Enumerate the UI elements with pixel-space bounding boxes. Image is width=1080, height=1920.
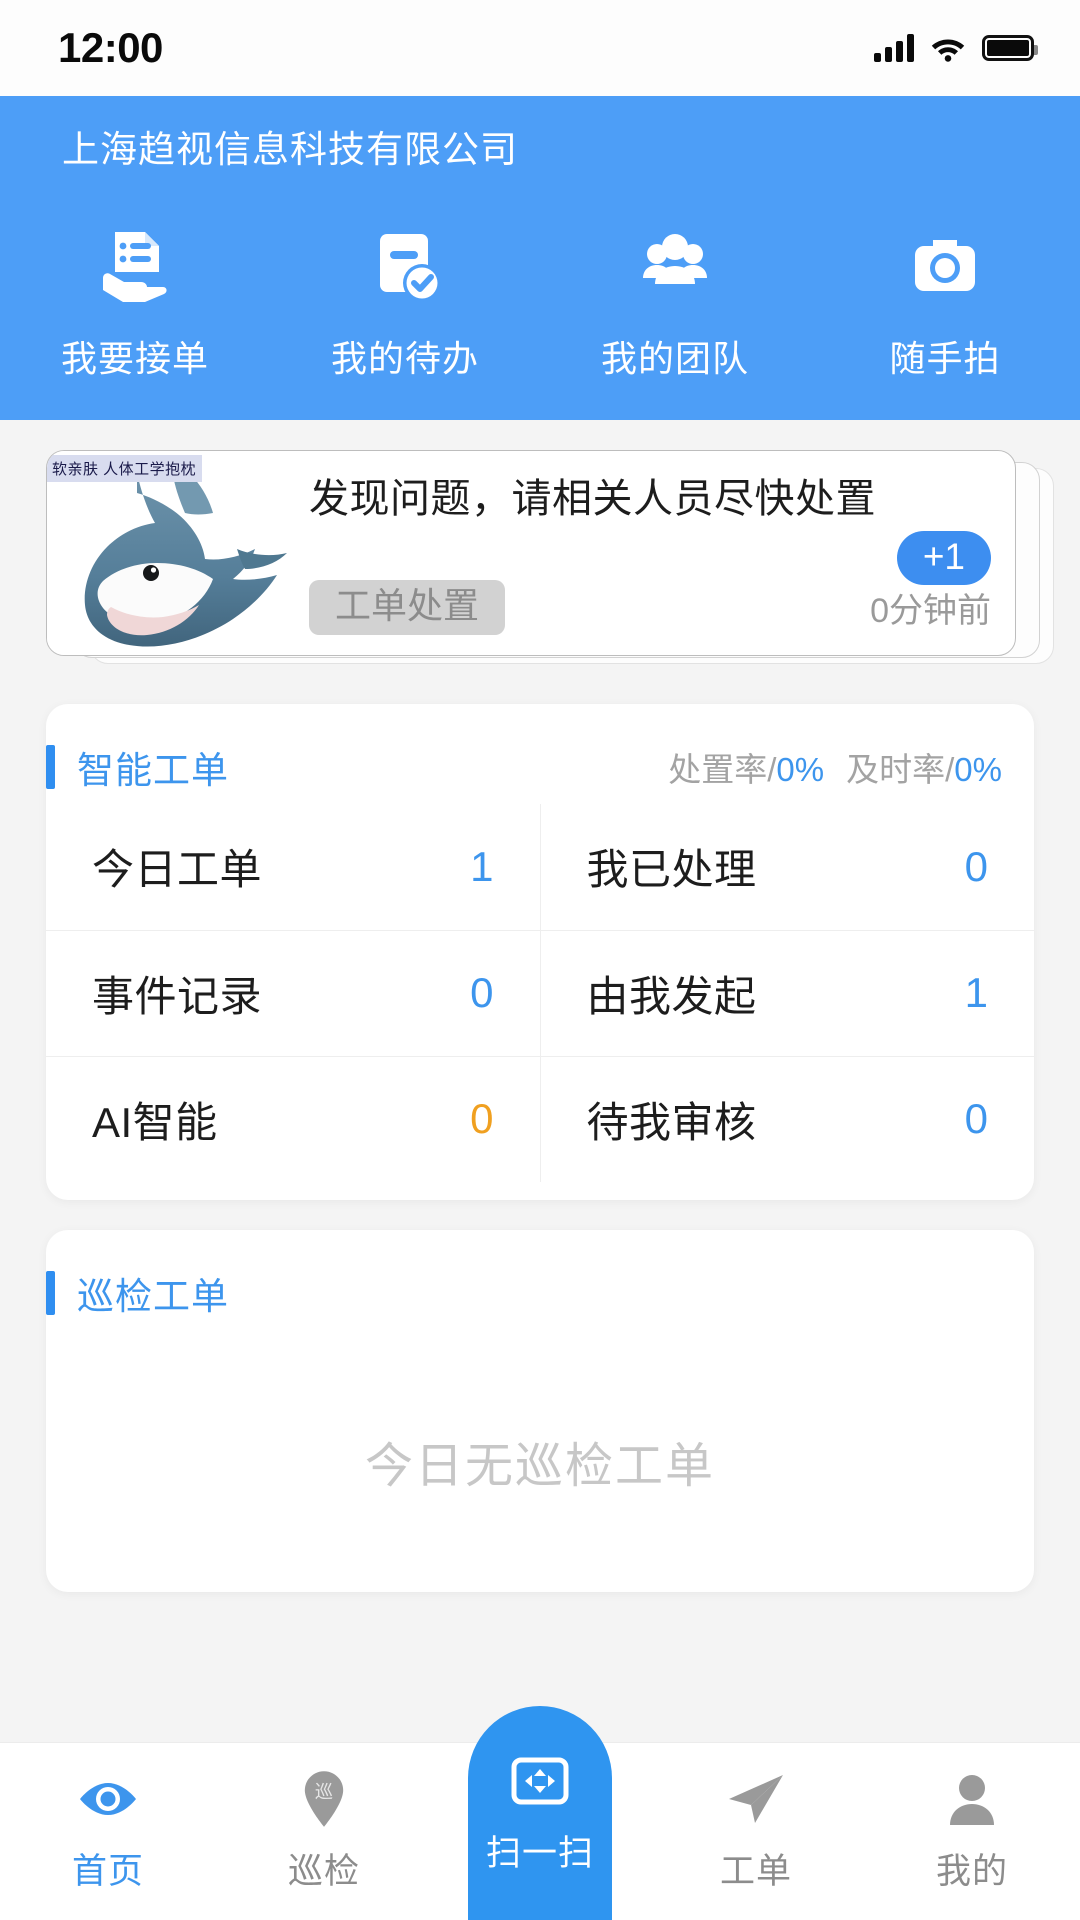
shark-plush-image	[84, 472, 287, 647]
paper-plane-icon	[725, 1769, 787, 1829]
quick-action-receive-order[interactable]: 我要接单	[0, 220, 270, 382]
smart-order-card: 智能工单 处置率/0% 及时率/0% 今日工单 1 我已处理 0 事件记录 0 …	[46, 703, 1035, 1200]
inspection-empty-text: 今日无巡检工单	[364, 1439, 715, 1493]
stat-label: 今日工单	[92, 846, 263, 894]
smart-order-title-wrap: 智能工单	[46, 740, 229, 794]
notice-deck: 软亲肤 人体工学抱枕 发现问题，请相关人员尽快处置 +1 工单处置 0分钟前	[46, 442, 1054, 674]
stat-label: 我已处理	[586, 846, 757, 894]
tab-label: 巡检	[287, 1852, 360, 1891]
document-check-icon	[359, 220, 451, 312]
eye-icon	[76, 1769, 140, 1829]
map-pin-patrol-icon: 巡	[301, 1769, 347, 1829]
notice-tag: 工单处置	[309, 579, 506, 635]
stat-value: 1	[470, 842, 494, 890]
tab-home[interactable]: 首页	[0, 1743, 216, 1920]
status-bar: 12:00	[0, 0, 1080, 96]
notice-footer: 工单处置 0分钟前	[309, 579, 991, 635]
tab-label: 我的	[935, 1852, 1008, 1891]
tab-work-order[interactable]: 工单	[648, 1743, 864, 1920]
smart-order-rates: 处置率/0% 及时率/0%	[668, 743, 1002, 791]
document-on-hand-icon	[89, 220, 181, 312]
timeliness-rate: 及时率/0%	[846, 750, 1002, 788]
svg-text:巡: 巡	[315, 1782, 333, 1802]
stat-value: 1	[964, 969, 988, 1017]
quick-action-my-team[interactable]: 我的团队	[540, 220, 810, 382]
quick-action-snapshot[interactable]: 随手拍	[810, 220, 1080, 382]
scan-button[interactable]: 扫一扫	[468, 1706, 612, 1920]
stat-event-records[interactable]: 事件记录 0	[46, 930, 541, 1056]
scan-frame-icon	[510, 1751, 570, 1811]
stat-label: 待我审核	[586, 1098, 757, 1146]
inspection-body: 今日无巡检工单	[46, 1330, 1034, 1592]
tab-inspection[interactable]: 巡 巡检	[216, 1743, 432, 1920]
stat-row: 事件记录 0 由我发起 1	[46, 929, 1035, 1056]
signal-bars-icon	[874, 34, 914, 62]
quick-action-my-todo[interactable]: 我的待办	[270, 220, 540, 382]
title-accent-bar	[46, 1270, 55, 1315]
stat-row: AI智能 0 待我审核 0	[46, 1055, 1035, 1182]
stat-label: 事件记录	[92, 972, 263, 1020]
stat-row: 今日工单 1 我已处理 0	[46, 803, 1035, 930]
stat-ai-intelligence[interactable]: AI智能 0	[46, 1056, 541, 1182]
notice-card[interactable]: 软亲肤 人体工学抱枕 发现问题，请相关人员尽快处置 +1 工单处置 0分钟前	[46, 449, 1016, 656]
notice-body: 发现问题，请相关人员尽快处置 +1 工单处置 0分钟前	[299, 451, 1015, 655]
stat-label: AI智能	[92, 1098, 218, 1146]
tab-label: 首页	[71, 1852, 144, 1891]
stat-value: 0	[470, 969, 494, 1017]
quick-actions: 我要接单 我的待办 我的团队 随手拍	[0, 220, 1080, 382]
bottom-tab-bar: 首页 巡 巡检 扫一扫 工单 我的	[0, 1706, 1080, 1920]
smart-order-stats: 今日工单 1 我已处理 0 事件记录 0 由我发起 1 AI智能 0 待我审核 …	[46, 803, 1035, 1200]
stat-value: 0	[964, 842, 988, 890]
inspection-card: 巡检工单 今日无巡检工单	[46, 1229, 1034, 1592]
scan-label: 扫一扫	[485, 1833, 594, 1873]
notice-thumbnail: 软亲肤 人体工学抱枕	[47, 450, 299, 655]
quick-action-label: 我的团队	[600, 337, 749, 379]
stat-value: 0	[964, 1095, 988, 1143]
person-icon	[944, 1769, 1000, 1829]
stat-value: 0	[470, 1095, 494, 1143]
blue-header: 上海趋视信息科技有限公司 我要接单 我的待办 我的团队 随手拍	[0, 96, 1080, 420]
inspection-title: 巡检工单	[77, 1275, 229, 1317]
stat-label: 由我发起	[586, 972, 757, 1020]
app-root: 12:00 上海趋视信息科技有限公司 我要接单 我的待办 我的团队 随手拍 软亲…	[0, 0, 1080, 1920]
status-icons	[874, 34, 1038, 62]
smart-order-header: 智能工单 处置率/0% 及时率/0%	[46, 704, 1034, 804]
camera-icon	[899, 220, 991, 312]
company-name: 上海趋视信息科技有限公司	[62, 129, 518, 170]
status-time: 12:00	[58, 24, 163, 71]
people-group-icon	[629, 220, 721, 312]
stat-handled-by-me[interactable]: 我已处理 0	[541, 804, 1035, 930]
stat-pending-my-review[interactable]: 待我审核 0	[541, 1057, 1035, 1182]
thumbnail-watermark: 软亲肤 人体工学抱枕	[47, 454, 203, 482]
smart-order-title: 智能工单	[77, 749, 229, 791]
quick-action-label: 我要接单	[60, 337, 209, 379]
tab-label: 工单	[719, 1852, 792, 1891]
wifi-icon	[931, 39, 965, 62]
notice-count-badge: +1	[896, 530, 991, 585]
disposal-rate: 处置率/0%	[668, 750, 825, 788]
stat-today-orders[interactable]: 今日工单 1	[46, 803, 541, 930]
inspection-title-wrap: 巡检工单	[46, 1266, 229, 1320]
quick-action-label: 随手拍	[889, 337, 1001, 379]
notice-timestamp: 0分钟前	[870, 591, 991, 630]
inspection-header: 巡检工单	[46, 1230, 1034, 1330]
stat-initiated-by-me[interactable]: 由我发起 1	[541, 931, 1035, 1056]
title-accent-bar	[46, 744, 55, 789]
quick-action-label: 我的待办	[330, 337, 479, 379]
tab-mine[interactable]: 我的	[864, 1743, 1080, 1920]
notice-title: 发现问题，请相关人员尽快处置	[309, 476, 876, 521]
battery-icon	[982, 35, 1038, 61]
